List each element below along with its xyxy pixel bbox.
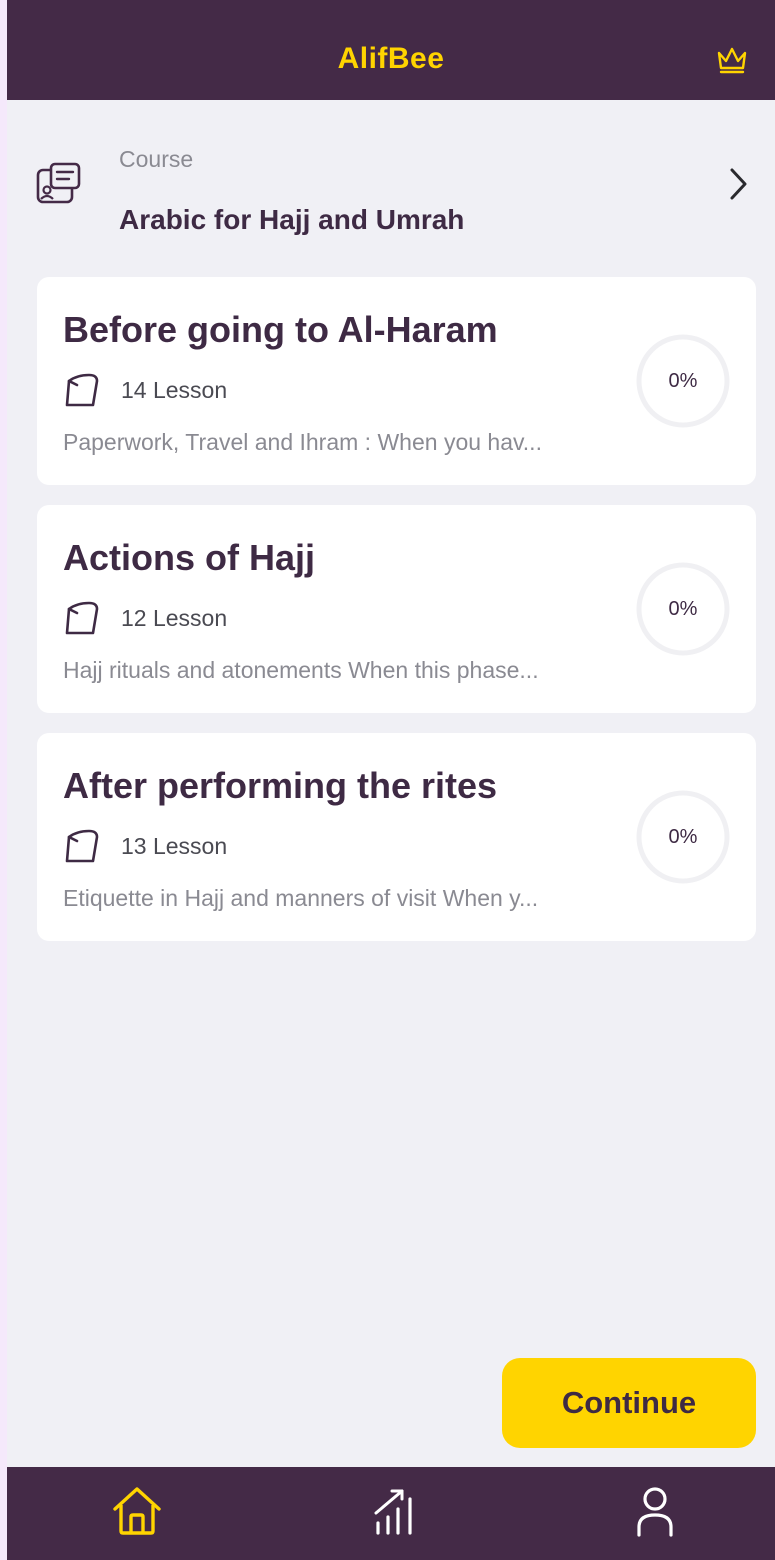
unit-card-after-performing[interactable]: After performing the rites 13 Lesson Eti… bbox=[37, 733, 756, 941]
app-screen: AlifBee Course Arabic for Hajj and Umrah… bbox=[7, 0, 775, 1560]
lesson-book-icon bbox=[65, 601, 99, 635]
stats-icon[interactable] bbox=[368, 1483, 424, 1539]
course-selector[interactable]: Course Arabic for Hajj and Umrah bbox=[7, 100, 775, 270]
profile-icon[interactable] bbox=[627, 1483, 683, 1539]
lesson-count: 12 Lesson bbox=[121, 605, 228, 631]
lesson-book-icon bbox=[65, 829, 99, 863]
chevron-right-icon[interactable] bbox=[723, 164, 753, 204]
course-caption: Course bbox=[119, 146, 194, 172]
progress-ring: 0% bbox=[635, 561, 731, 657]
unit-card-actions-of-hajj[interactable]: Actions of Hajj 12 Lesson Hajj rituals a… bbox=[37, 505, 756, 713]
unit-title: After performing the rites bbox=[63, 765, 498, 806]
continue-button[interactable]: Continue bbox=[502, 1358, 756, 1448]
course-name: Arabic for Hajj and Umrah bbox=[119, 204, 465, 235]
lesson-book-icon bbox=[65, 373, 99, 407]
unit-title: Before going to Al-Haram bbox=[63, 309, 498, 350]
unit-description: Paperwork, Travel and Ihram : When you h… bbox=[63, 429, 542, 455]
crown-icon[interactable] bbox=[715, 42, 749, 76]
progress-percent: 0% bbox=[668, 598, 698, 620]
bottom-nav bbox=[7, 1467, 775, 1560]
progress-percent: 0% bbox=[668, 370, 698, 392]
unit-description: Hajj rituals and atonements When this ph… bbox=[63, 657, 539, 683]
app-logo: AlifBee bbox=[337, 42, 445, 75]
progress-ring: 0% bbox=[635, 333, 731, 429]
course-card-icon bbox=[36, 162, 81, 204]
unit-title: Actions of Hajj bbox=[63, 537, 316, 578]
progress-percent: 0% bbox=[668, 826, 698, 848]
unit-description: Etiquette in Hajj and manners of visit W… bbox=[63, 885, 539, 911]
lesson-count: 13 Lesson bbox=[121, 833, 228, 859]
lesson-count: 14 Lesson bbox=[121, 377, 228, 403]
top-bar: AlifBee bbox=[7, 0, 775, 100]
progress-ring: 0% bbox=[635, 789, 731, 885]
home-icon[interactable] bbox=[109, 1483, 165, 1539]
unit-card-before-going[interactable]: Before going to Al-Haram 14 Lesson Paper… bbox=[37, 277, 756, 485]
